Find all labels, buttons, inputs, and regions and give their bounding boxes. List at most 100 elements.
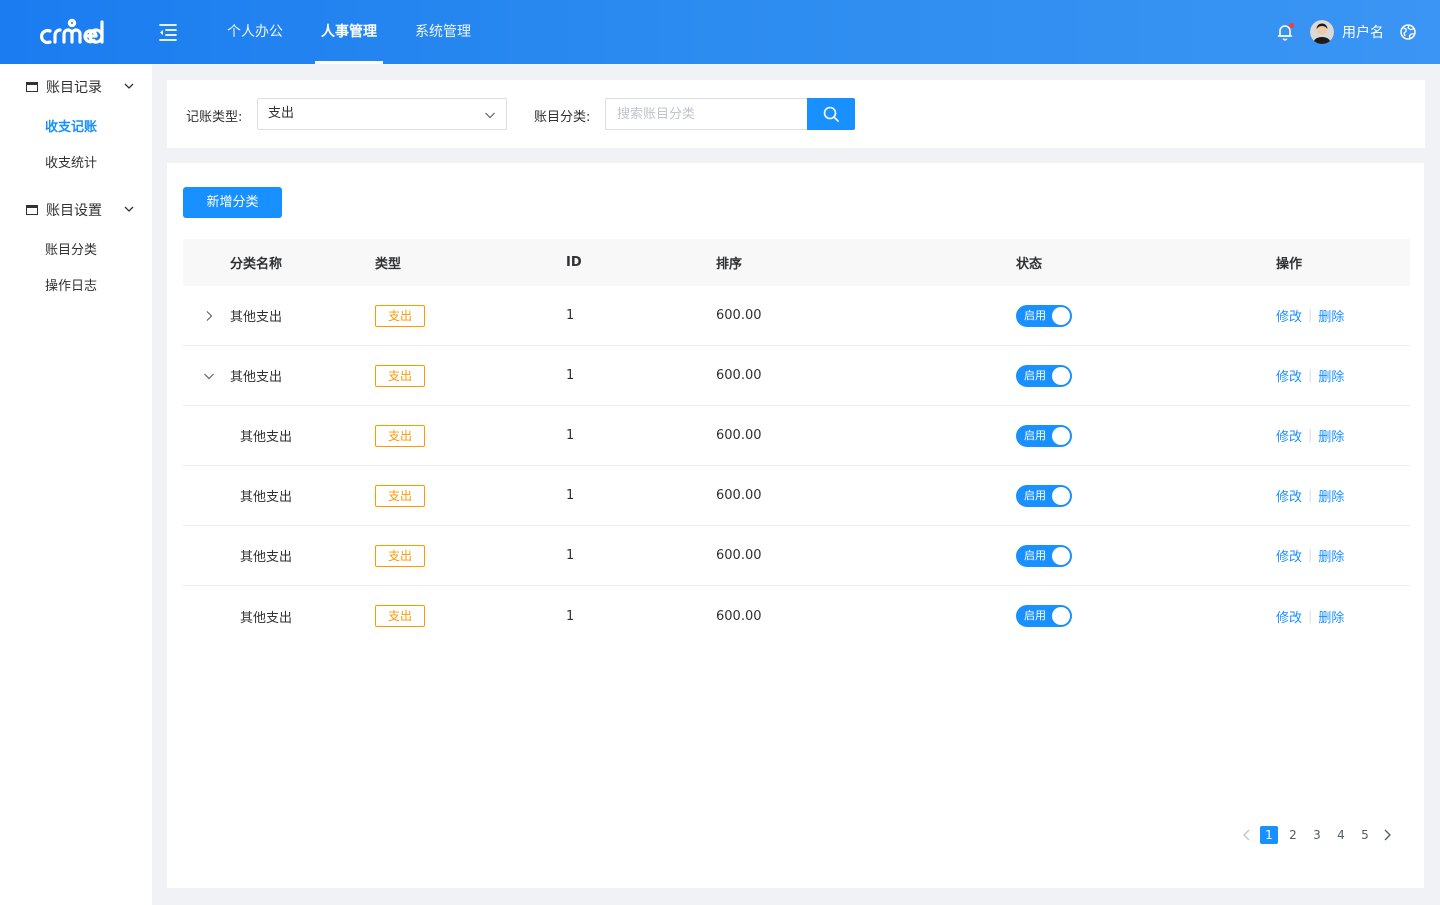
- sidebar-item-income-expense-entry[interactable]: 收支记账: [0, 110, 152, 146]
- sidebar-group-label: 账目设置: [46, 203, 102, 219]
- type-select[interactable]: 支出: [257, 98, 507, 130]
- username[interactable]: 用户名: [1342, 22, 1384, 42]
- row-name: 其他支出: [240, 610, 293, 626]
- chevron-down-icon: [124, 206, 134, 212]
- row-name: 其他支出: [240, 550, 293, 565]
- status-toggle[interactable]: 启用: [1016, 364, 1072, 387]
- sidebar-item-operation-log[interactable]: 操作日志: [0, 269, 152, 305]
- page-2[interactable]: 2: [1284, 826, 1302, 844]
- delete-link[interactable]: 删除: [1318, 607, 1344, 626]
- delete-link[interactable]: 删除: [1318, 306, 1344, 325]
- menu-fold-icon[interactable]: [158, 22, 178, 42]
- type-tag: 支出: [375, 544, 426, 567]
- column-header-name: 分类名称: [230, 257, 283, 272]
- crmeb-logo[interactable]: [40, 14, 120, 50]
- status-toggle-text: 启用: [1024, 609, 1046, 622]
- action-divider: |: [1308, 428, 1313, 443]
- toggle-knob: [1052, 546, 1070, 565]
- folder-icon: [26, 205, 38, 215]
- sidebar-item-account-categories[interactable]: 账目分类: [0, 233, 152, 269]
- row-actions: 修改 | 删除: [1276, 346, 1344, 405]
- type-tag: 支出: [375, 605, 426, 627]
- row-actions: 修改 | 删除: [1276, 466, 1344, 525]
- toggle-knob: [1052, 486, 1070, 505]
- category-table: 分类名称 类型 ID 排序 状态 操作 其他支出 支出 1 600.00 启用 …: [183, 239, 1410, 646]
- edit-link[interactable]: 修改: [1276, 607, 1302, 626]
- delete-link[interactable]: 删除: [1318, 486, 1344, 505]
- toggle-knob: [1052, 306, 1070, 325]
- chevron-right-icon[interactable]: [1380, 828, 1394, 842]
- edit-link[interactable]: 修改: [1276, 426, 1302, 445]
- avatar[interactable]: [1310, 20, 1334, 44]
- column-header-status: 状态: [1016, 257, 1043, 272]
- top-nav: 个人办公 人事管理 系统管理: [208, 0, 490, 64]
- category-search-input[interactable]: [605, 98, 807, 130]
- row-sort: 600.00: [716, 608, 762, 624]
- row-type: 支出: [375, 526, 426, 585]
- type-select-value: 支出: [268, 106, 295, 121]
- row-name: 其他支出: [240, 430, 293, 445]
- notification-dot: [1289, 23, 1294, 28]
- nav-item-hr-management[interactable]: 人事管理: [302, 0, 396, 64]
- status-toggle-text: 启用: [1024, 488, 1046, 502]
- search-button[interactable]: [807, 98, 855, 130]
- table-row: 其他支出 支出 1 600.00 启用 修改 | 删除: [183, 526, 1410, 586]
- row-actions: 修改 | 删除: [1276, 586, 1344, 646]
- row-type: 支出: [375, 586, 426, 646]
- status-toggle[interactable]: 启用: [1016, 304, 1072, 327]
- row-status: 启用: [1016, 466, 1072, 525]
- row-sort: 600.00: [716, 548, 762, 563]
- sidebar-item-income-expense-stats[interactable]: 收支统计: [0, 146, 152, 182]
- sidebar-group-account-records[interactable]: 账目记录: [0, 64, 152, 110]
- edit-link[interactable]: 修改: [1276, 486, 1302, 505]
- edit-link[interactable]: 修改: [1276, 546, 1302, 565]
- status-toggle[interactable]: 启用: [1016, 424, 1072, 447]
- status-toggle[interactable]: 启用: [1016, 484, 1072, 507]
- edit-link[interactable]: 修改: [1276, 306, 1302, 325]
- row-status: 启用: [1016, 286, 1072, 345]
- page-1[interactable]: 1: [1260, 826, 1278, 844]
- table-row: 其他支出 支出 1 600.00 启用 修改 | 删除: [183, 346, 1410, 406]
- chevron-right-icon[interactable]: [203, 310, 215, 322]
- status-toggle[interactable]: 启用: [1016, 544, 1072, 567]
- row-status: 启用: [1016, 586, 1072, 646]
- delete-link[interactable]: 删除: [1318, 426, 1344, 445]
- nav-item-system-management[interactable]: 系统管理: [396, 0, 490, 64]
- delete-link[interactable]: 删除: [1318, 546, 1344, 565]
- action-divider: |: [1308, 608, 1313, 624]
- row-id: 1: [566, 308, 575, 323]
- page-3[interactable]: 3: [1308, 826, 1326, 844]
- logo-icon: [40, 18, 104, 45]
- status-toggle[interactable]: 启用: [1016, 605, 1072, 627]
- action-divider: |: [1308, 368, 1313, 383]
- row-sort: 600.00: [716, 488, 762, 503]
- table-row: 其他支出 支出 1 600.00 启用 修改 | 删除: [183, 466, 1410, 526]
- type-tag: 支出: [375, 424, 426, 447]
- row-id: 1: [566, 548, 575, 563]
- nav-item-personal-office[interactable]: 个人办公: [208, 0, 302, 64]
- sidebar-group-account-settings[interactable]: 账目设置: [0, 187, 152, 233]
- edit-link[interactable]: 修改: [1276, 366, 1302, 385]
- status-toggle-text: 启用: [1024, 368, 1046, 382]
- action-divider: |: [1308, 488, 1313, 503]
- page-4[interactable]: 4: [1332, 826, 1350, 844]
- globe-icon[interactable]: [1400, 24, 1416, 40]
- add-category-button[interactable]: 新增分类: [183, 187, 282, 218]
- row-status: 启用: [1016, 406, 1072, 465]
- row-status: 启用: [1016, 526, 1072, 585]
- row-actions: 修改 | 删除: [1276, 406, 1344, 465]
- page-5[interactable]: 5: [1356, 826, 1374, 844]
- chevron-down-icon[interactable]: [203, 370, 215, 382]
- header-right: 用户名: [1276, 0, 1416, 64]
- row-sort: 600.00: [716, 428, 762, 443]
- chevron-down-icon: [124, 83, 134, 89]
- sidebar: 账目记录 收支记账 收支统计 账目设置 账目分类 操作日志: [0, 64, 152, 905]
- row-id: 1: [566, 368, 575, 383]
- delete-link[interactable]: 删除: [1318, 366, 1344, 385]
- top-header: 个人办公 人事管理 系统管理 用户名: [0, 0, 1440, 64]
- chevron-left-icon[interactable]: [1240, 828, 1254, 842]
- bell-icon[interactable]: [1276, 23, 1294, 41]
- toggle-knob: [1052, 426, 1070, 445]
- status-toggle-text: 启用: [1024, 308, 1046, 322]
- table-row: 其他支出 支出 1 600.00 启用 修改 | 删除: [183, 406, 1410, 466]
